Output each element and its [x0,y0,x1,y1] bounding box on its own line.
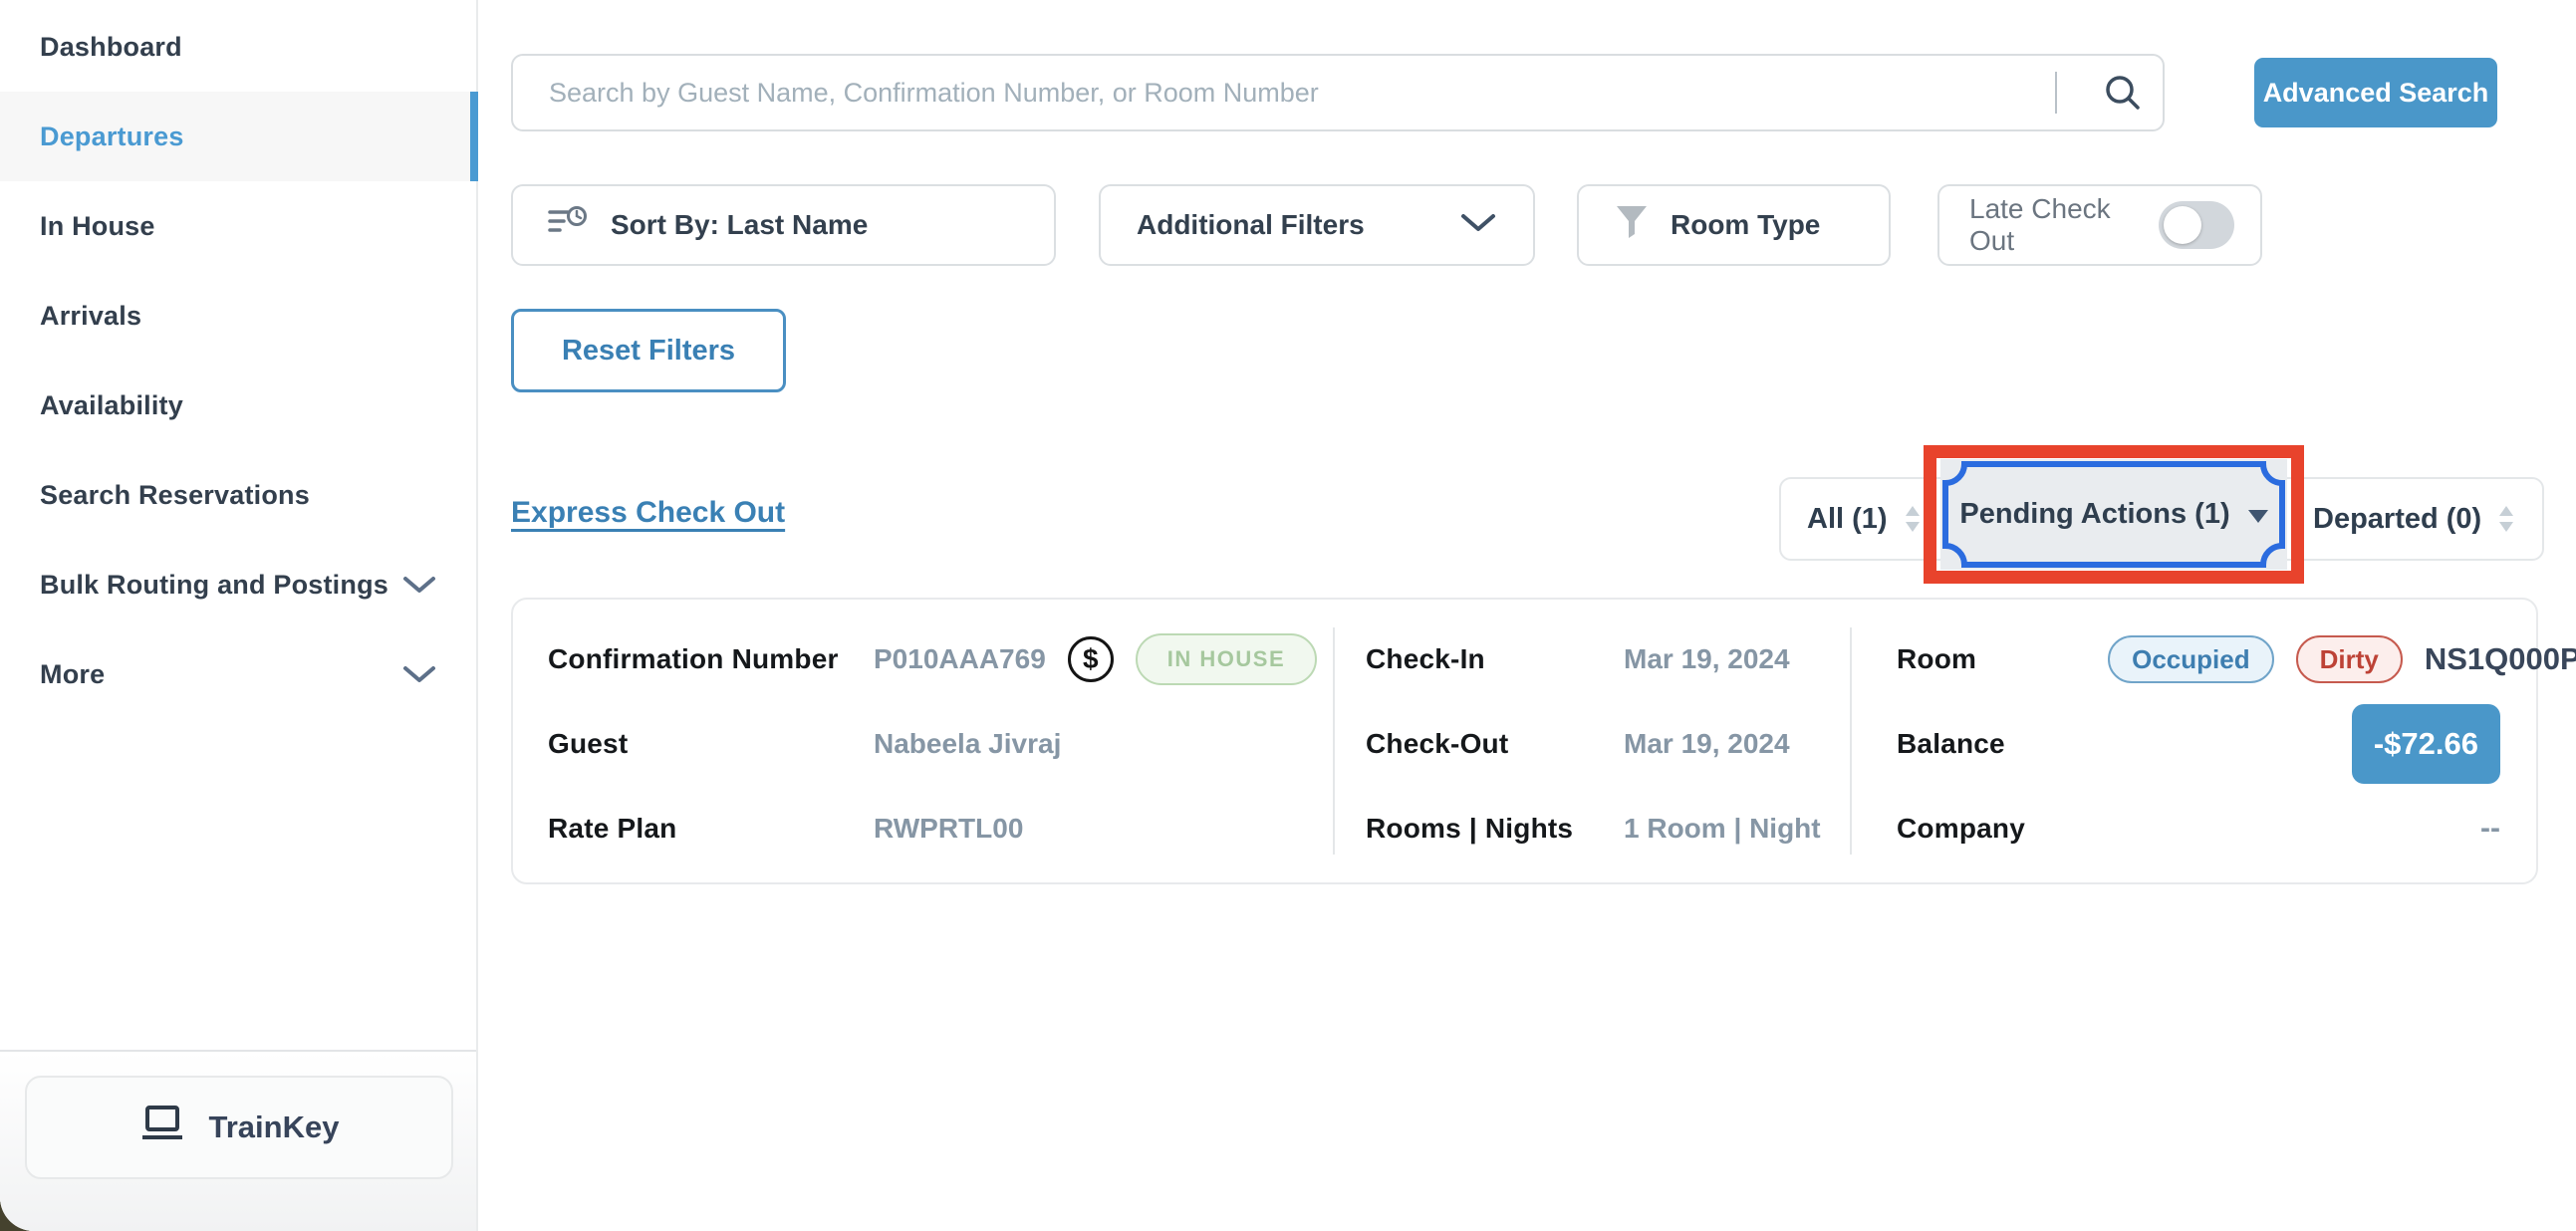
sidebar-item-label: Arrivals [40,301,141,332]
sort-arrows-icon [2497,504,2515,534]
sidebar-item-arrivals[interactable]: Arrivals [0,271,476,361]
tab-all-label: All (1) [1807,503,1888,536]
room-row: Room Occupied Dirty NS1Q000P... [1897,631,2500,687]
chevron-down-icon [1459,209,1497,241]
card-column-divider [1850,627,1852,855]
rooms-nights-value: 1 Room | Night [1624,801,1821,857]
sidebar-item-departures[interactable]: Departures [0,92,476,181]
sidebar-nav: Dashboard Departures In House Arrivals A… [0,0,476,719]
rate-plan-value: RWPRTL00 [874,801,1023,857]
departures-page: Dashboard Departures In House Arrivals A… [0,0,2576,1231]
express-check-out-link[interactable]: Express Check Out [511,496,785,530]
sidebar-item-dashboard[interactable]: Dashboard [0,2,476,92]
confirmation-number-value[interactable]: P010AAA769 [874,643,1046,675]
room-type-label: Room Type [1671,209,1820,241]
search-divider [2055,72,2057,114]
check-in-value: Mar 19, 2024 [1624,631,1790,687]
card-column-divider [1333,627,1335,855]
dirty-status-badge: Dirty [2296,635,2403,683]
occupied-status-badge: Occupied [2108,635,2273,683]
late-check-out-label: Late Check Out [1969,193,2159,257]
sort-by-button[interactable]: Sort By: Last Name [511,184,1056,266]
late-check-out-toggle[interactable] [2159,201,2234,249]
additional-filters-label: Additional Filters [1137,209,1365,241]
toggle-knob [2164,206,2201,244]
tab-departed[interactable]: Departed (0) [2313,477,2515,561]
dollar-sign-icon[interactable]: $ [1068,636,1114,682]
sidebar-item-availability[interactable]: Availability [0,361,476,450]
search-input[interactable] [513,56,2055,129]
tab-pending-label: Pending Actions (1) [1959,498,2229,531]
laptop-icon [139,1105,185,1150]
sidebar-item-bulk-routing[interactable]: Bulk Routing and Postings [0,540,476,629]
balance-cell: -$72.66 [2352,704,2500,784]
search-icon[interactable] [2083,71,2163,115]
sort-arrows-icon [1904,504,1922,534]
room-label: Room [1897,643,1976,675]
advanced-search-button[interactable]: Advanced Search [2254,58,2497,127]
sidebar-item-more[interactable]: More [0,629,476,719]
chevron-down-icon [402,664,436,684]
sidebar-item-label: Departures [40,122,184,152]
funnel-icon [1615,204,1649,247]
rooms-nights-label: Rooms | Nights [1366,801,1573,857]
sidebar-item-label: Bulk Routing and Postings [40,570,388,601]
tab-pending-actions[interactable]: Pending Actions (1) [1940,459,2287,570]
guest-label: Guest [548,716,628,772]
sidebar-footer: TrainKey [0,1050,476,1231]
tab-departed-label: Departed (0) [2313,503,2481,536]
balance-label: Balance [1897,704,2005,784]
trainkey-label: TrainKey [209,1109,340,1145]
active-indicator-bar [470,92,478,181]
reset-filters-button[interactable]: Reset Filters [511,309,786,392]
tab-all[interactable]: All (1) [1807,477,1922,561]
sidebar-item-in-house[interactable]: In House [0,181,476,271]
company-label: Company [1897,801,2025,857]
sidebar-item-label: Search Reservations [40,480,310,511]
check-out-value: Mar 19, 2024 [1624,716,1790,772]
room-number-value: NS1Q000P... [2425,641,2576,677]
late-check-out-filter: Late Check Out [1937,184,2262,266]
rate-plan-label: Rate Plan [548,801,676,857]
in-house-badge: IN HOUSE [1136,633,1317,685]
check-in-label: Check-In [1366,631,1485,687]
reservation-card: Confirmation Number P010AAA769 $ IN HOUS… [511,598,2538,884]
confirmation-number-label: Confirmation Number [548,631,839,687]
sidebar: Dashboard Departures In House Arrivals A… [0,0,478,1231]
room-type-filter-button[interactable]: Room Type [1577,184,1891,266]
sort-by-time-icon [547,204,589,247]
caret-down-icon [2248,510,2268,523]
balance-amount-badge[interactable]: -$72.66 [2352,704,2500,784]
sort-by-label: Sort By: Last Name [611,209,868,241]
sidebar-item-label: Dashboard [40,32,182,63]
guest-value: Nabeela Jivraj [874,716,1061,772]
sidebar-item-label: In House [40,211,155,242]
sidebar-item-label: More [40,659,105,690]
sidebar-item-label: Availability [40,390,183,421]
confirmation-number-group: P010AAA769 $ IN HOUSE [874,631,1317,687]
search-box [511,54,2165,131]
additional-filters-dropdown[interactable]: Additional Filters [1099,184,1535,266]
trainkey-button[interactable]: TrainKey [25,1076,453,1179]
check-out-label: Check-Out [1366,716,1508,772]
sidebar-item-search-reservations[interactable]: Search Reservations [0,450,476,540]
chevron-down-icon [402,575,436,595]
company-value: -- [2480,801,2500,857]
